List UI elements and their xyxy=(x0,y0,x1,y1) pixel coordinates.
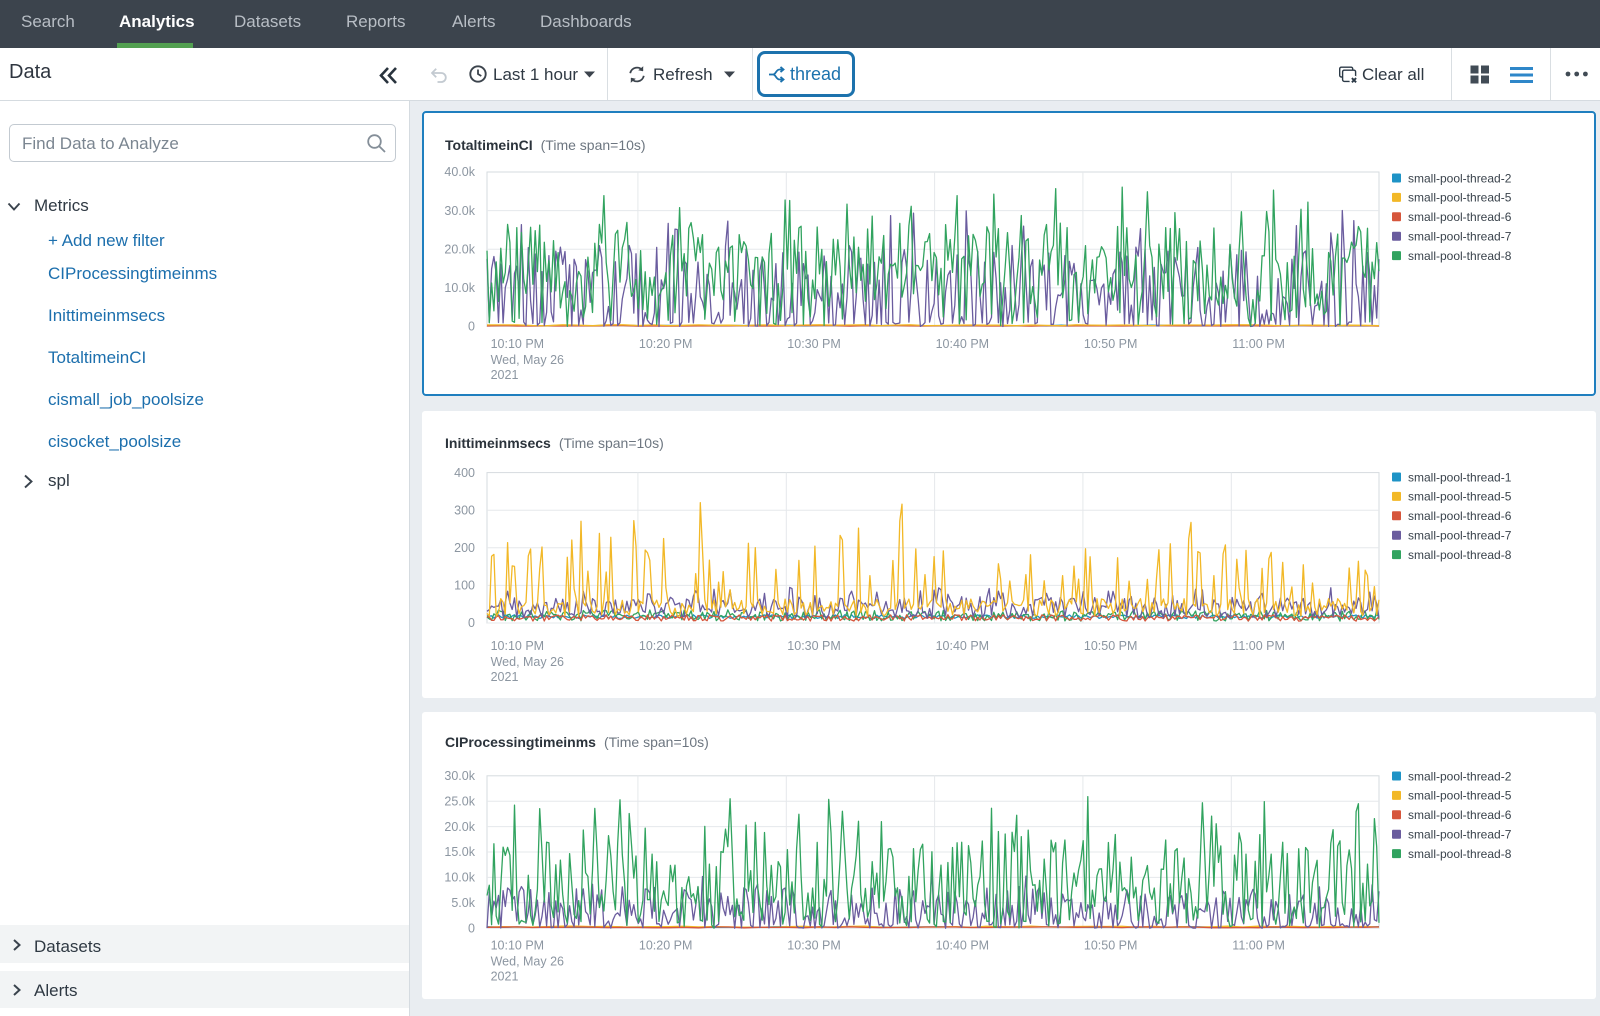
svg-text:10:10 PM: 10:10 PM xyxy=(491,939,545,953)
svg-text:10:10 PM: 10:10 PM xyxy=(491,639,545,653)
svg-text:small-pool-thread-8: small-pool-thread-8 xyxy=(1408,847,1512,861)
svg-text:small-pool-thread-8: small-pool-thread-8 xyxy=(1408,548,1512,562)
svg-text:0: 0 xyxy=(468,921,475,935)
svg-text:15.0k: 15.0k xyxy=(444,845,475,859)
svg-text:10:50 PM: 10:50 PM xyxy=(1084,639,1138,653)
svg-text:0: 0 xyxy=(468,616,475,630)
svg-text:10.0k: 10.0k xyxy=(444,871,475,885)
svg-text:11:00 PM: 11:00 PM xyxy=(1232,639,1285,653)
svg-text:2021: 2021 xyxy=(491,970,519,984)
svg-text:small-pool-thread-7: small-pool-thread-7 xyxy=(1408,828,1512,842)
svg-text:10:40 PM: 10:40 PM xyxy=(936,939,990,953)
svg-text:11:00 PM: 11:00 PM xyxy=(1232,939,1285,953)
svg-text:10:30 PM: 10:30 PM xyxy=(787,939,841,953)
svg-text:small-pool-thread-2: small-pool-thread-2 xyxy=(1408,769,1512,783)
svg-text:Wed, May 26: Wed, May 26 xyxy=(491,955,564,969)
svg-text:small-pool-thread-6: small-pool-thread-6 xyxy=(1408,509,1512,523)
svg-text:200: 200 xyxy=(454,541,475,555)
svg-text:Wed, May 26: Wed, May 26 xyxy=(491,655,564,669)
svg-text:5.0k: 5.0k xyxy=(451,896,475,910)
svg-text:small-pool-thread-7: small-pool-thread-7 xyxy=(1408,529,1512,543)
svg-text:10:40 PM: 10:40 PM xyxy=(936,639,990,653)
svg-text:20.0k: 20.0k xyxy=(444,820,475,834)
svg-text:300: 300 xyxy=(454,503,475,517)
svg-text:10:20 PM: 10:20 PM xyxy=(639,939,693,953)
svg-text:small-pool-thread-6: small-pool-thread-6 xyxy=(1408,808,1512,822)
svg-text:10:30 PM: 10:30 PM xyxy=(787,639,841,653)
svg-text:small-pool-thread-1: small-pool-thread-1 xyxy=(1408,470,1512,484)
svg-text:25.0k: 25.0k xyxy=(444,794,475,808)
svg-text:100: 100 xyxy=(454,579,475,593)
svg-text:small-pool-thread-5: small-pool-thread-5 xyxy=(1408,490,1512,504)
svg-text:10:20 PM: 10:20 PM xyxy=(639,639,693,653)
svg-text:2021: 2021 xyxy=(491,670,519,684)
svg-text:10:50 PM: 10:50 PM xyxy=(1084,939,1138,953)
svg-text:400: 400 xyxy=(454,466,475,480)
svg-text:30.0k: 30.0k xyxy=(444,769,475,783)
svg-text:small-pool-thread-5: small-pool-thread-5 xyxy=(1408,789,1512,803)
